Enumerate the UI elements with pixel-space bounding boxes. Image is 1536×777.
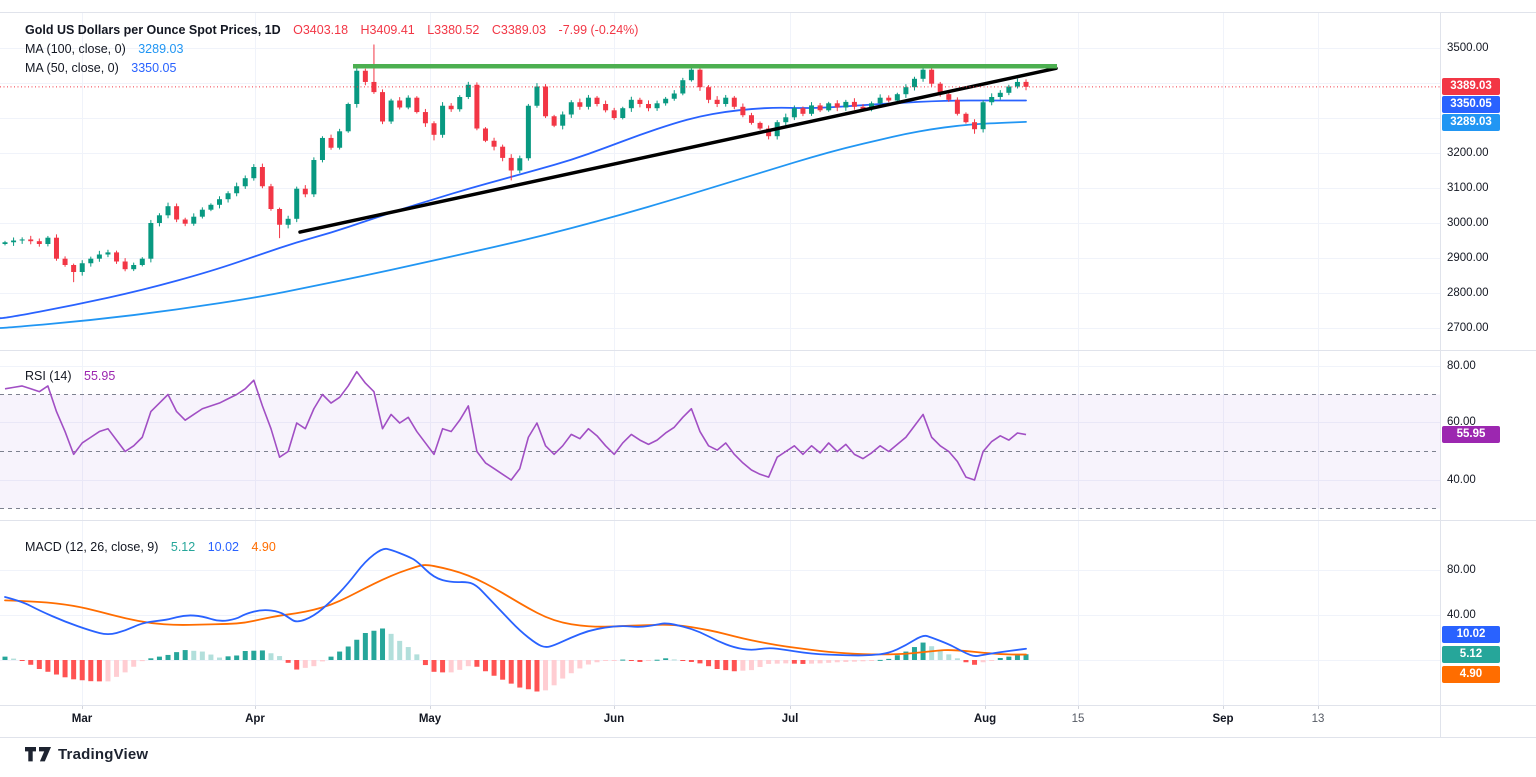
price-axis-label: 3200.00: [1447, 146, 1489, 159]
macd-badge: 10.02: [1442, 625, 1500, 643]
time-axis-label: Aug: [973, 713, 997, 725]
time-axis-label: Apr: [245, 713, 265, 725]
price-axis-label: 3100.00: [1447, 181, 1489, 194]
macd-hist-value: 5.12: [170, 540, 196, 554]
legend-macd-row[interactable]: MACD (12, 26, close, 9) 5.12 10.02 4.90: [25, 540, 276, 554]
macd-badge: 4.90: [1442, 665, 1500, 683]
ohlc-close: C3389.03: [491, 23, 547, 37]
time-axis-label: 15: [1071, 713, 1085, 725]
time-axis-label: Jul: [781, 713, 799, 725]
ma50-value: 3350.05: [131, 61, 177, 75]
price-axis-label: 2800.00: [1447, 286, 1489, 299]
tradingview-logo-text: TradingView: [58, 746, 149, 763]
macd-badge: 5.12: [1442, 645, 1500, 663]
rsi-axis-label: 80.00: [1447, 359, 1476, 372]
tradingview-icon: [25, 747, 51, 762]
ohlc-open: O3403.18: [293, 23, 349, 37]
price-axis-label: 2700.00: [1447, 321, 1489, 334]
price-badge: 3289.03: [1442, 113, 1500, 131]
price-axis-label: 3000.00: [1447, 216, 1489, 229]
legend-ma100-row[interactable]: MA (100, close, 0) 3289.03: [25, 42, 183, 56]
rsi-label: RSI (14): [25, 369, 72, 383]
tradingview-logo-link[interactable]: TradingView: [25, 746, 148, 763]
legend-rsi-row[interactable]: RSI (14) 55.95: [25, 369, 115, 383]
ma100-label: MA (100, close, 0): [25, 42, 126, 56]
ma100-value: 3289.03: [138, 42, 184, 56]
rsi-badge: 55.95: [1442, 426, 1500, 443]
rsi-value: 55.95: [84, 369, 116, 383]
ohlc-low: L3380.52: [427, 23, 480, 37]
rsi-axis-label: 40.00: [1447, 473, 1476, 486]
legend-symbol-row[interactable]: Gold US Dollars per Ounce Spot Prices, 1…: [25, 23, 638, 37]
macd-line-value: 10.02: [207, 540, 239, 554]
legend-ma50-row[interactable]: MA (50, close, 0) 3350.05: [25, 61, 176, 75]
chart-bottom-border: [0, 737, 1536, 738]
macd-label: MACD (12, 26, close, 9): [25, 540, 159, 554]
time-axis-label: May: [418, 713, 442, 725]
time-axis-label: Mar: [71, 713, 93, 725]
price-badge: 3389.03: [1442, 78, 1500, 95]
price-panel[interactable]: [0, 12, 1440, 350]
ma50-label: MA (50, close, 0): [25, 61, 119, 75]
price-badge: 3350.05: [1442, 96, 1500, 113]
ohlc-high: H3409.41: [360, 23, 415, 37]
time-axis-label: 13: [1311, 713, 1325, 725]
ohlc-change: -7.99 (-0.24%): [558, 23, 639, 37]
time-axis-label: Sep: [1212, 713, 1234, 725]
macd-signal-value: 4.90: [251, 540, 276, 554]
rsi-panel[interactable]: [0, 350, 1440, 520]
time-axis-label: Jun: [603, 713, 625, 725]
symbol-title: Gold US Dollars per Ounce Spot Prices, 1…: [25, 23, 281, 37]
macd-axis-label: 80.00: [1447, 563, 1476, 576]
price-axis-label: 3500.00: [1447, 41, 1489, 54]
macd-axis-label: 40.00: [1447, 608, 1476, 621]
price-axis-label: 2900.00: [1447, 251, 1489, 264]
